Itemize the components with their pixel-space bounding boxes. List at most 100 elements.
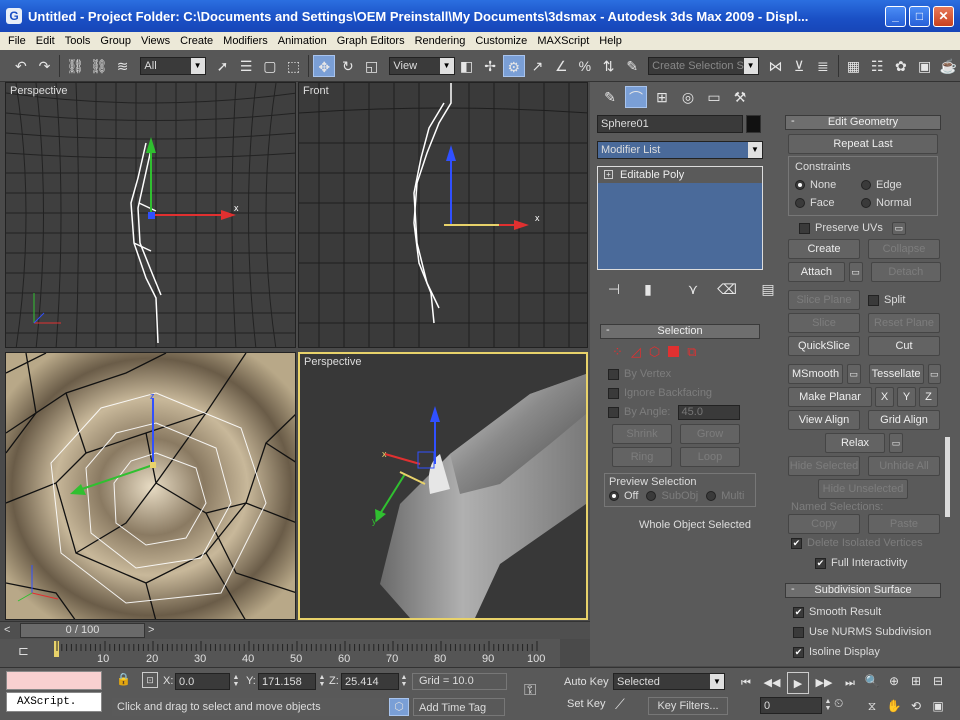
border-icon[interactable]: ⬡ [649,344,660,360]
relax-button[interactable]: Relax [825,433,885,453]
motion-tab-icon[interactable]: ◎ [677,86,699,108]
next-frame-icon[interactable]: ▶▶ [813,672,835,694]
ignore-backfacing-option[interactable]: Ignore Backfacing [608,384,760,403]
constraint-normal-option[interactable]: Normal [861,194,911,212]
attach-button[interactable]: Attach [788,262,845,282]
zoom-extents-all-icon[interactable]: ⊟ [927,670,949,692]
make-unique-icon[interactable]: ⋎ [682,278,704,300]
msmooth-button[interactable]: MSmooth [788,364,844,384]
curve-editor-icon[interactable]: ▦ [843,55,865,77]
use-nurms-checkbox[interactable] [793,626,804,638]
selection-rollout-header[interactable]: - Selection [600,324,760,339]
viewport-perspective-shaded[interactable]: x y Perspective [298,352,588,620]
go-to-end-icon[interactable]: ⏭ [839,672,861,694]
preview-multi-option[interactable]: Multi [706,490,744,502]
time-configuration-icon[interactable]: ⏲ [834,696,843,711]
time-slider-next-icon[interactable]: > [148,624,154,636]
full-interactivity-checkbox[interactable]: ✔ [815,557,826,569]
split-option[interactable]: Split [868,294,905,306]
utilities-tab-icon[interactable]: ⚒ [729,86,751,108]
pin-stack-icon[interactable]: ⊣ [603,278,625,300]
constraint-none-option[interactable]: None [795,176,861,194]
isoline-display-checkbox[interactable]: ✔ [793,646,804,658]
window-crossing-icon[interactable]: ⬚ [283,55,305,77]
select-object-icon[interactable]: ➚ [212,55,234,77]
select-and-move-icon[interactable]: ✥ [313,54,336,77]
auto-key-button[interactable]: Auto Key [564,676,609,688]
by-vertex-checkbox[interactable] [608,368,619,380]
tessellate-settings-icon[interactable]: ▭ [927,364,941,384]
smooth-result-option[interactable]: ✔ Smooth Result [793,602,941,622]
maximize-button[interactable]: □ [909,5,930,27]
layer-manager-icon[interactable]: ≣ [812,55,834,77]
use-pivot-center-icon[interactable]: ◧ [456,55,478,77]
preview-off-radio[interactable] [609,491,619,502]
menu-edit[interactable]: Edit [31,35,60,47]
constraint-edge-option[interactable]: Edge [861,176,902,194]
copy-button[interactable]: Copy [788,514,860,534]
play-icon[interactable]: ▶ [787,672,809,694]
ring-button[interactable]: Ring [612,447,672,467]
create-button[interactable]: Create [788,239,860,259]
snaps-toggle-icon[interactable]: ↗ [527,55,549,77]
redo-icon[interactable]: ↷ [34,55,56,77]
menu-file[interactable]: File [0,35,31,47]
y-coord-field[interactable]: 171.158 [258,673,316,690]
isoline-display-option[interactable]: ✔ Isoline Display [793,642,941,662]
select-and-scale-icon[interactable]: ◱ [361,55,383,77]
preview-multi-radio[interactable] [706,491,717,502]
constraint-face-option[interactable]: Face [795,194,861,212]
minimize-button[interactable]: _ [885,5,906,27]
constraint-face-radio[interactable] [795,198,805,209]
edge-icon[interactable]: ◿ [631,344,641,360]
split-checkbox[interactable] [868,294,879,306]
x-coord-field[interactable]: 0.0 [175,673,230,690]
modify-tab-icon[interactable]: ⌒ [625,86,647,108]
preserve-uvs-settings-icon[interactable]: ▭ [891,222,906,235]
angle-input[interactable]: 45.0 [677,405,740,420]
spinner-snap-icon[interactable]: ⇅ [598,55,620,77]
by-vertex-option[interactable]: By Vertex [608,365,760,384]
full-interactivity-option[interactable]: ✔ Full Interactivity [785,549,941,569]
select-and-link-icon[interactable]: ⛓ [64,55,86,77]
menu-rendering[interactable]: Rendering [410,35,471,47]
viewport-label-front[interactable]: Front [303,85,329,97]
polygon-icon[interactable] [668,346,680,357]
use-nurms-option[interactable]: Use NURMS Subdivision [793,622,941,642]
viewport-label-perspective-active[interactable]: Perspective [304,356,361,368]
vertex-icon[interactable]: ⁘ [612,344,623,360]
viewport-front[interactable]: x Front [298,82,588,348]
add-time-tag-button[interactable]: Add Time Tag [413,698,505,716]
viewport-textured[interactable]: z [5,352,296,620]
material-editor-icon[interactable]: ✿ [890,55,912,77]
slice-plane-button[interactable]: Slice Plane [788,290,860,310]
menu-customize[interactable]: Customize [470,35,532,47]
schematic-view-icon[interactable]: ☷ [866,55,888,77]
constraint-normal-radio[interactable] [861,198,871,209]
hide-selected-button[interactable]: Hide Selected [788,456,860,476]
select-and-manipulate-icon[interactable]: ✢ [479,55,501,77]
reference-coordinate-dropdown[interactable]: View ▼ [389,56,455,75]
object-name-field[interactable]: Sphere01 [597,115,743,133]
display-tab-icon[interactable]: ▭ [703,86,725,108]
repeat-last-button[interactable]: Repeat Last [788,134,938,154]
menu-help[interactable]: Help [594,35,627,47]
go-to-start-icon[interactable]: ⏮ [735,672,757,694]
delete-isolated-option[interactable]: ✔ Delete Isolated Vertices [785,534,941,549]
percent-snap-icon[interactable]: % [574,55,596,77]
key-filters-button[interactable]: Key Filters... [648,697,728,715]
constraint-none-radio[interactable] [795,180,805,191]
set-key-button[interactable]: Set Key [567,698,606,710]
track-bar[interactable]: ⊏ 10 20 30 40 50 60 70 80 90 100 [0,639,560,667]
y-spinner-icon[interactable]: ▲ ▼ [318,674,326,688]
absolute-mode-icon[interactable]: ⊡ [142,672,158,688]
element-icon[interactable]: ⧉ [687,344,696,360]
bind-to-space-warp-icon[interactable]: ≋ [112,55,134,77]
menu-modifiers[interactable]: Modifiers [218,35,273,47]
lock-selection-icon[interactable]: 🔒 [116,672,131,686]
time-slider-prev-icon[interactable]: < [4,624,10,636]
render-setup-icon[interactable]: ▣ [914,55,936,77]
menu-tools[interactable]: Tools [60,35,96,47]
mirror-icon[interactable]: ⋈ [765,55,787,77]
configure-modifier-sets-icon[interactable]: ▤ [757,278,779,300]
